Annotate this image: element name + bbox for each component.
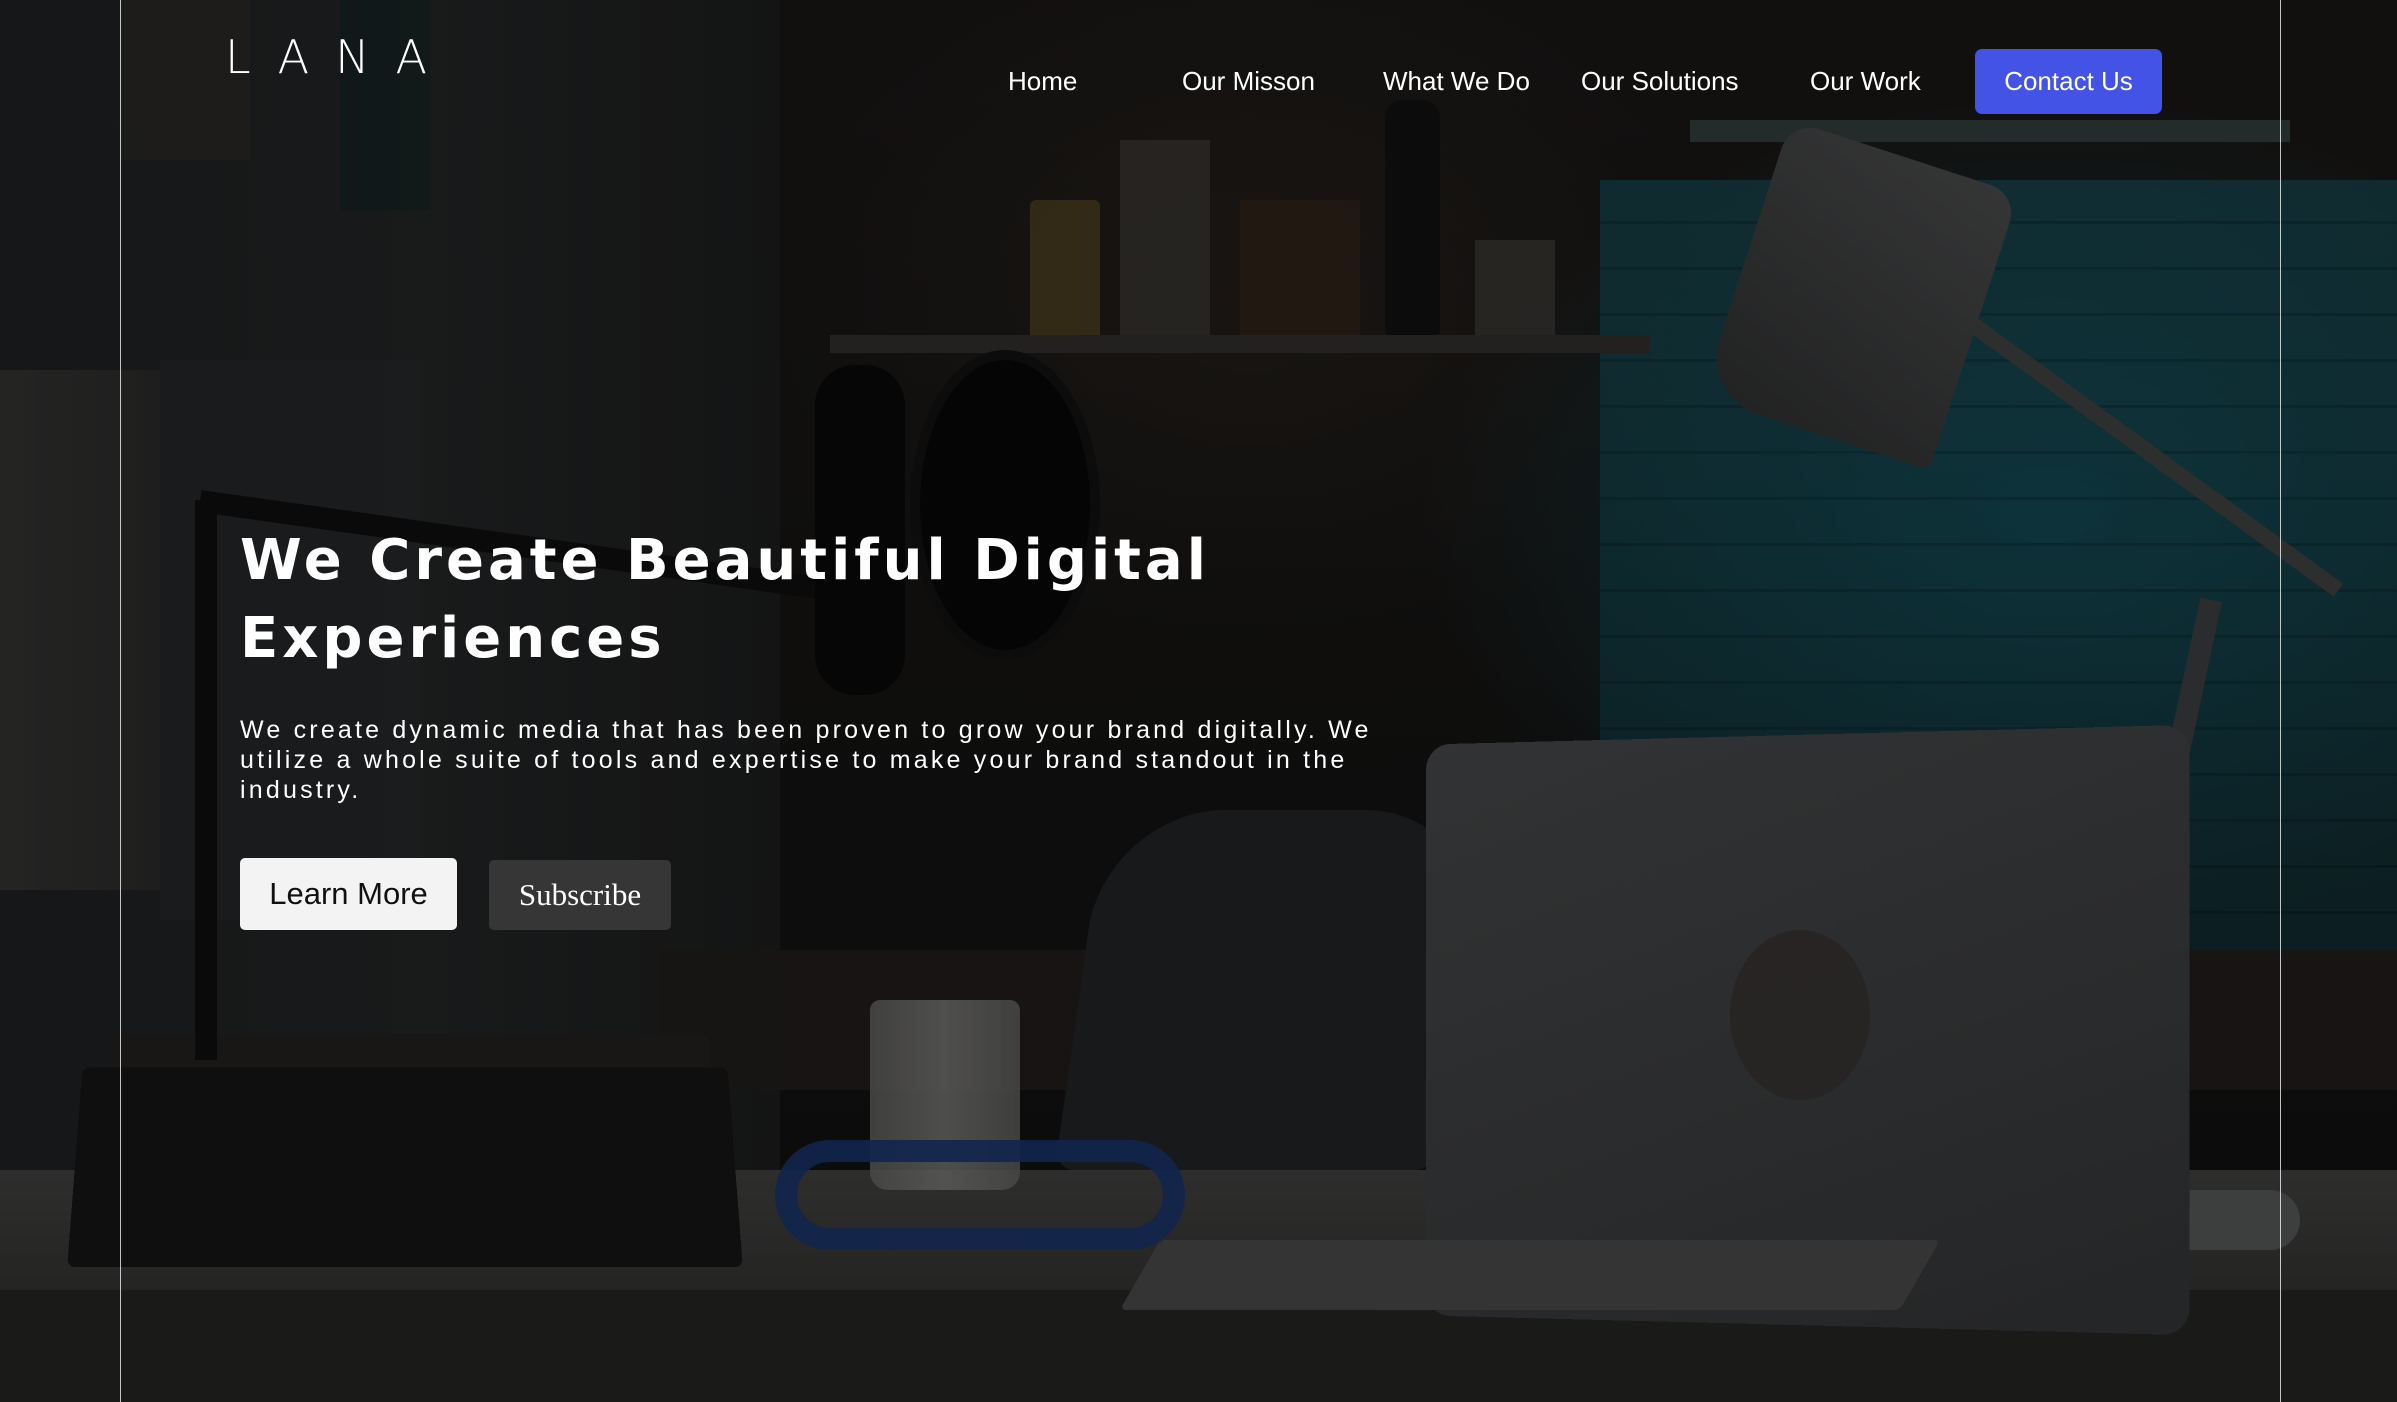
contact-us-button[interactable]: Contact Us (1975, 49, 2162, 114)
layout-guide-left (120, 0, 121, 1402)
hero-background-image (0, 0, 2397, 1402)
learn-more-button[interactable]: Learn More (240, 858, 457, 930)
subscribe-button[interactable]: Subscribe (489, 860, 671, 930)
nav-item-home[interactable]: Home (1008, 66, 1077, 96)
nav-item-what-we-do[interactable]: What We Do (1383, 66, 1530, 96)
nav-item-our-solutions[interactable]: Our Solutions (1581, 66, 1739, 96)
layout-guide-right (2280, 0, 2281, 1402)
hero-subtitle: We create dynamic media that has been pr… (240, 716, 1372, 804)
nav-item-our-work[interactable]: Our Work (1810, 66, 1921, 96)
hero-title: We Create Beautiful Digital Experiences (240, 528, 1210, 671)
main-nav: Home Our Misson What We Do Our Solutions… (0, 0, 2397, 160)
nav-item-our-mission[interactable]: Our Misson (1182, 66, 1315, 96)
background-dark-overlay (0, 0, 2397, 1402)
